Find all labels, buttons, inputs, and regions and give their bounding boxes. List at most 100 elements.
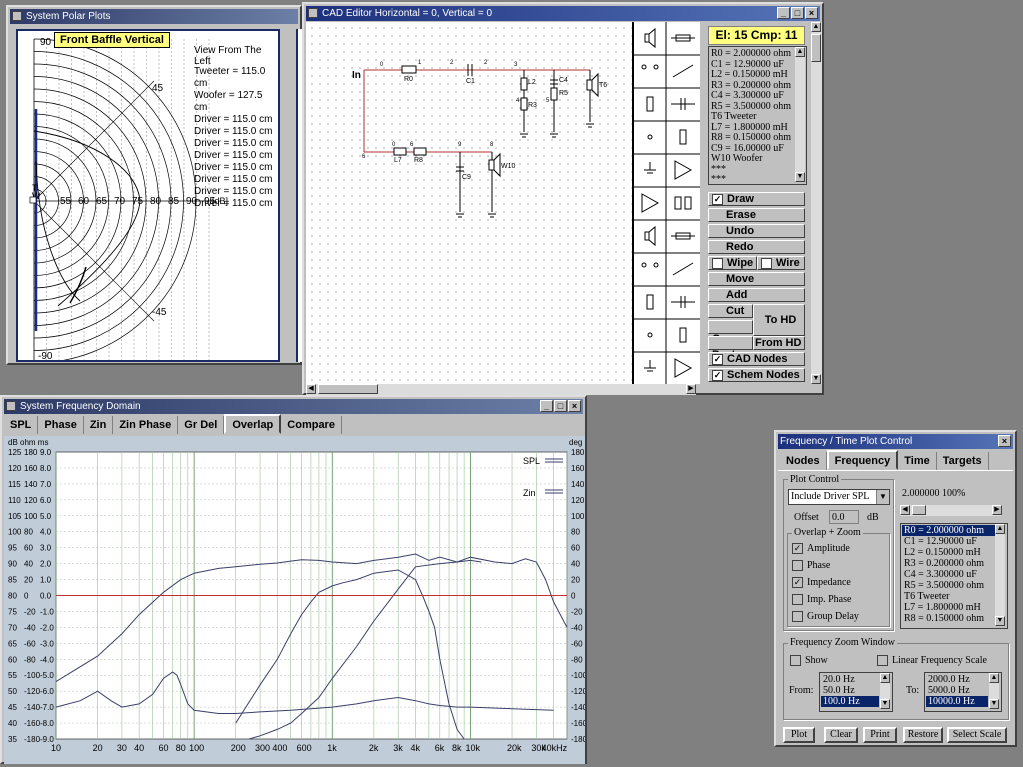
list-item[interactable]: R5 = 3.500000 ohm [902,580,995,591]
scroll-up-button[interactable]: ▲ [795,47,805,57]
tab-spl[interactable]: SPL [4,416,39,434]
fpc-list-scrollbar[interactable]: ▲ ▼ [995,524,1005,626]
fpc-component-list[interactable]: R0 = 2.000000 ohm C1 = 12.90000 uF L2 = 0.… [900,523,1008,629]
slider-left-button[interactable]: ◀ [900,505,910,515]
tab-time[interactable]: Time [898,452,937,470]
cad-title-bar[interactable]: CAD Editor Horizontal = 0, Vertical = 0 … [306,6,820,21]
tab-targets[interactable]: Targets [937,452,989,470]
close-button[interactable]: × [998,435,1011,447]
checkbox-box[interactable]: ✓ [712,193,723,205]
slider-right-button[interactable]: ▶ [992,505,1002,515]
list-item[interactable]: 20.0 Hz [821,674,879,685]
cad-vscroll[interactable]: ▲ ▼ [811,22,822,384]
list-item[interactable]: 10000.0 Hz [926,696,988,707]
tab-zin-phase[interactable]: Zin Phase [113,416,179,434]
checkbox-box[interactable] [761,257,772,269]
wire-command[interactable]: Wire [757,256,805,270]
component-list-item[interactable]: L2 = 0.150000 mH [711,69,795,81]
close-button[interactable]: × [805,7,818,19]
component-list-item[interactable]: R8 = 0.150000 ohm [711,132,795,144]
minimize-button[interactable]: _ [777,7,790,19]
checkbox-box[interactable] [792,611,803,623]
show-checkbox[interactable]: Show [790,655,828,667]
copy-command[interactable]: Copy [708,320,753,345]
component-list-item[interactable]: *** [711,174,795,182]
cad-component-list[interactable]: R0 = 2.000000 ohm C1 = 12.90000 uF L2 = 0.… [708,46,807,185]
list-item[interactable]: 50.0 Hz [821,685,879,696]
slider-thumb[interactable] [912,505,926,515]
tab-phase[interactable]: Phase [38,416,84,434]
cut-command[interactable]: Cut [708,304,753,318]
checkbox-box[interactable]: ✓ [712,353,723,365]
scroll-left-button[interactable]: ◀ [306,384,316,394]
scroll-down-button[interactable]: ▼ [795,172,805,182]
scroll-down-button[interactable]: ▼ [989,699,999,709]
select-scale-button[interactable]: Select Scale [947,727,1007,743]
checkbox-box[interactable] [790,655,801,667]
component-list-item[interactable]: R0 = 2.000000 ohm [711,49,795,60]
cad-hscroll[interactable]: ◀ ▶ [306,384,696,395]
list-item[interactable]: R3 = 0.200000 ohm [902,558,995,569]
checkbox-box[interactable]: ✓ [792,577,803,589]
add-command[interactable]: Add [708,288,805,302]
to-hd-button[interactable]: To HD [753,304,805,336]
from-list[interactable]: 20.0 Hz 50.0 Hz 100.0 Hz ▲ ▼ [819,672,893,712]
draw-command[interactable]: ✓ Draw [708,192,805,206]
component-list-item[interactable]: T6 Tweeter [711,111,795,123]
list-item[interactable]: R0 = 2.000000 ohm [902,525,995,536]
spl-select[interactable]: Include Driver SPL ▼ [788,489,890,505]
cad-list-scrollbar[interactable]: ▲ ▼ [795,47,805,182]
print-button[interactable]: Print [863,727,897,743]
to-scrollbar[interactable]: ▲ ▼ [989,673,999,709]
restore-button[interactable]: Restore [903,727,943,743]
list-item[interactable]: L2 = 0.150000 mH [902,547,995,558]
scroll-thumb[interactable] [318,384,378,394]
list-item[interactable]: 100.0 Hz [821,696,879,707]
tab-frequency[interactable]: Frequency [826,450,899,470]
schem-nodes-toggle[interactable]: ✓ Schem Nodes [708,368,805,382]
polar-title-bar[interactable]: System Polar Plots [10,9,298,24]
option-phase[interactable]: Phase [792,557,859,574]
close-button[interactable]: × [568,400,581,412]
list-item[interactable]: C4 = 3.300000 uF [902,569,995,580]
linear-scale-checkbox[interactable]: Linear Frequency Scale [877,655,987,667]
checkbox-box[interactable]: ✓ [792,543,803,555]
from-scrollbar[interactable]: ▲ ▼ [880,673,890,709]
tab-gr-del[interactable]: Gr Del [178,416,225,434]
scroll-up-button[interactable]: ▲ [989,673,999,683]
wipe-command[interactable]: Wipe [708,256,757,270]
cad-nodes-toggle[interactable]: ✓ CAD Nodes [708,352,805,366]
checkbox-box[interactable] [792,594,803,606]
move-command[interactable]: Move [708,272,805,286]
schematic-canvas[interactable]: In R0 C1 L2 R3 C4 R5 T6 L7 R8 C9 W10 0 1 2 2 3 4 5 6 0 6 9 8 [306,22,632,384]
redo-command[interactable]: Redo [708,240,805,254]
freq-title-bar[interactable]: System Frequency Domain _ □ × [4,399,583,414]
list-item[interactable]: R8 = 0.150000 ohm [902,613,995,624]
tab-overlap[interactable]: Overlap [224,414,282,434]
erase-command[interactable]: Erase [708,208,805,222]
scroll-up-button[interactable]: ▲ [995,524,1005,534]
option-amplitude[interactable]: ✓ Amplitude [792,540,859,557]
checkbox-box[interactable] [877,655,888,667]
tab-compare[interactable]: Compare [281,416,342,434]
option-imp-phase[interactable]: Imp. Phase [792,591,859,608]
component-list-item[interactable]: C4 = 3.300000 uF [711,90,795,102]
clear-button[interactable]: Clear [824,727,858,743]
from-hd-button[interactable]: From HD [753,336,805,350]
scroll-down-button[interactable]: ▼ [880,699,890,709]
tab-zin[interactable]: Zin [84,416,114,434]
fpc-title-bar[interactable]: Frequency / Time Plot Control × [778,434,1013,449]
undo-command[interactable]: Undo [708,224,805,238]
checkbox-box[interactable]: ✓ [712,369,723,381]
list-item[interactable]: C1 = 12.90000 uF [902,536,995,547]
offset-input[interactable]: 0.0 [829,510,859,524]
scroll-right-button[interactable]: ▶ [686,384,696,394]
list-item[interactable]: T6 Tweeter [902,591,995,602]
component-list-item[interactable]: W10 Woofer [711,153,795,165]
list-item[interactable]: 5000.0 Hz [926,685,988,696]
option-group-delay[interactable]: Group Delay [792,608,859,625]
scroll-down-button[interactable]: ▼ [995,616,1005,626]
chevron-down-icon[interactable]: ▼ [876,490,889,504]
maximize-button[interactable]: □ [554,400,567,412]
scroll-up-button[interactable]: ▲ [880,673,890,683]
